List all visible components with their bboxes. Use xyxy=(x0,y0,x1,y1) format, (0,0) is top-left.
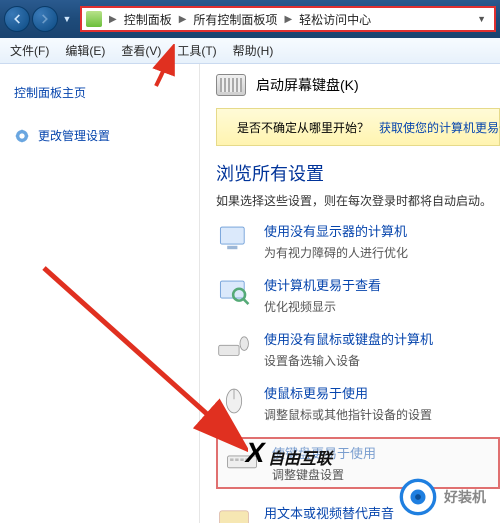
overlay-x-icon: X xyxy=(243,437,268,469)
option-desc: 优化视频显示 xyxy=(264,298,381,315)
breadcrumb-all-items[interactable]: 所有控制面板项 xyxy=(189,11,281,28)
chevron-right-icon: ▶ xyxy=(283,14,293,25)
option-link[interactable]: 用文本或视频替代声音 xyxy=(264,503,394,522)
option-easier-see: 使计算机更易于查看 优化视频显示 xyxy=(216,275,500,315)
content-area: 启动屏幕键盘(K) 是否不确定从哪里开始？ 获取使您的计算机更易于 浏览所有设置… xyxy=(200,64,500,523)
address-bar[interactable]: ▶ 控制面板 ▶ 所有控制面板项 ▶ 轻松访问中心 ▼ xyxy=(80,6,496,32)
option-desc: 调整鼠标或其他指针设备的设置 xyxy=(264,406,432,423)
tip-question: 是否不确定从哪里开始？ xyxy=(237,119,369,136)
option-no-display: 使用没有显示器的计算机 为有视力障碍的人进行优化 xyxy=(216,221,500,261)
chevron-right-icon: ▶ xyxy=(108,14,118,25)
menu-tools[interactable]: 工具(T) xyxy=(173,40,220,61)
keyboard-mouse-icon xyxy=(216,329,252,365)
sidebar-item-label: 更改管理设置 xyxy=(38,127,110,144)
magnifier-monitor-icon xyxy=(216,275,252,311)
menu-edit[interactable]: 编辑(E) xyxy=(61,40,109,61)
watermark: 好装机 xyxy=(398,477,486,517)
option-no-mouse-keyboard: 使用没有鼠标或键盘的计算机 设置备选输入设备 xyxy=(216,329,500,369)
watermark-text: 好装机 xyxy=(444,487,486,507)
tip-recommend-link[interactable]: 获取使您的计算机更易于 xyxy=(379,119,500,136)
menubar: 文件(F) 编辑(E) 查看(V) 工具(T) 帮助(H) xyxy=(0,38,500,64)
speech-bubble-icon xyxy=(216,503,252,523)
shield-gear-icon xyxy=(14,128,30,144)
monitor-icon xyxy=(216,221,252,257)
sidebar-change-admin-settings[interactable]: 更改管理设置 xyxy=(12,121,187,150)
nav-buttons: ▼ xyxy=(4,6,74,32)
osk-title: 启动屏幕键盘(K) xyxy=(256,75,359,95)
menu-view[interactable]: 查看(V) xyxy=(117,40,165,61)
option-mouse-easier: 使鼠标更易于使用 调整鼠标或其他指针设备的设置 xyxy=(216,383,500,423)
menu-help[interactable]: 帮助(H) xyxy=(229,40,278,61)
option-link[interactable]: 使计算机更易于查看 xyxy=(264,275,381,294)
arrow-right-icon xyxy=(38,12,52,26)
window-titlebar: ▼ ▶ 控制面板 ▶ 所有控制面板项 ▶ 轻松访问中心 ▼ xyxy=(0,0,500,38)
forward-button[interactable] xyxy=(32,6,58,32)
section-subtitle: 如果选择这些设置，则在每次登录时都将自动启动。 xyxy=(216,192,500,209)
main-split: 控制面板主页 更改管理设置 启动屏幕键盘(K) 是否不确定从哪里开始？ 获取使您… xyxy=(0,64,500,523)
section-title: 浏览所有设置 xyxy=(216,160,500,186)
nav-history-dropdown[interactable]: ▼ xyxy=(60,14,74,24)
sidebar-item-label: 控制面板主页 xyxy=(14,84,86,101)
option-desc: 设置备选输入设备 xyxy=(264,352,433,369)
osk-launcher[interactable]: 启动屏幕键盘(K) xyxy=(216,74,500,96)
arrow-left-icon xyxy=(10,12,24,26)
watermark-eye-icon xyxy=(398,477,438,517)
option-desc: 为有视力障碍的人进行优化 xyxy=(264,244,408,261)
option-link[interactable]: 使鼠标更易于使用 xyxy=(264,383,432,402)
mouse-icon xyxy=(216,383,252,419)
menu-file[interactable]: 文件(F) xyxy=(6,40,53,61)
sidebar: 控制面板主页 更改管理设置 xyxy=(0,64,200,523)
control-panel-icon xyxy=(86,11,102,27)
option-link[interactable]: 使用没有鼠标或键盘的计算机 xyxy=(264,329,433,348)
overlay-brand-text: 自由互联 xyxy=(268,445,332,469)
tip-bar: 是否不确定从哪里开始？ 获取使您的计算机更易于 xyxy=(216,108,500,146)
breadcrumb-control-panel[interactable]: 控制面板 xyxy=(120,11,176,28)
chevron-right-icon: ▶ xyxy=(178,14,188,25)
breadcrumb-ease-of-access[interactable]: 轻松访问中心 xyxy=(295,11,375,28)
address-dropdown-icon[interactable]: ▼ xyxy=(473,14,490,24)
option-link[interactable]: 使用没有显示器的计算机 xyxy=(264,221,408,240)
keyboard-icon xyxy=(216,74,246,96)
sidebar-control-panel-home[interactable]: 控制面板主页 xyxy=(12,78,187,107)
back-button[interactable] xyxy=(4,6,30,32)
